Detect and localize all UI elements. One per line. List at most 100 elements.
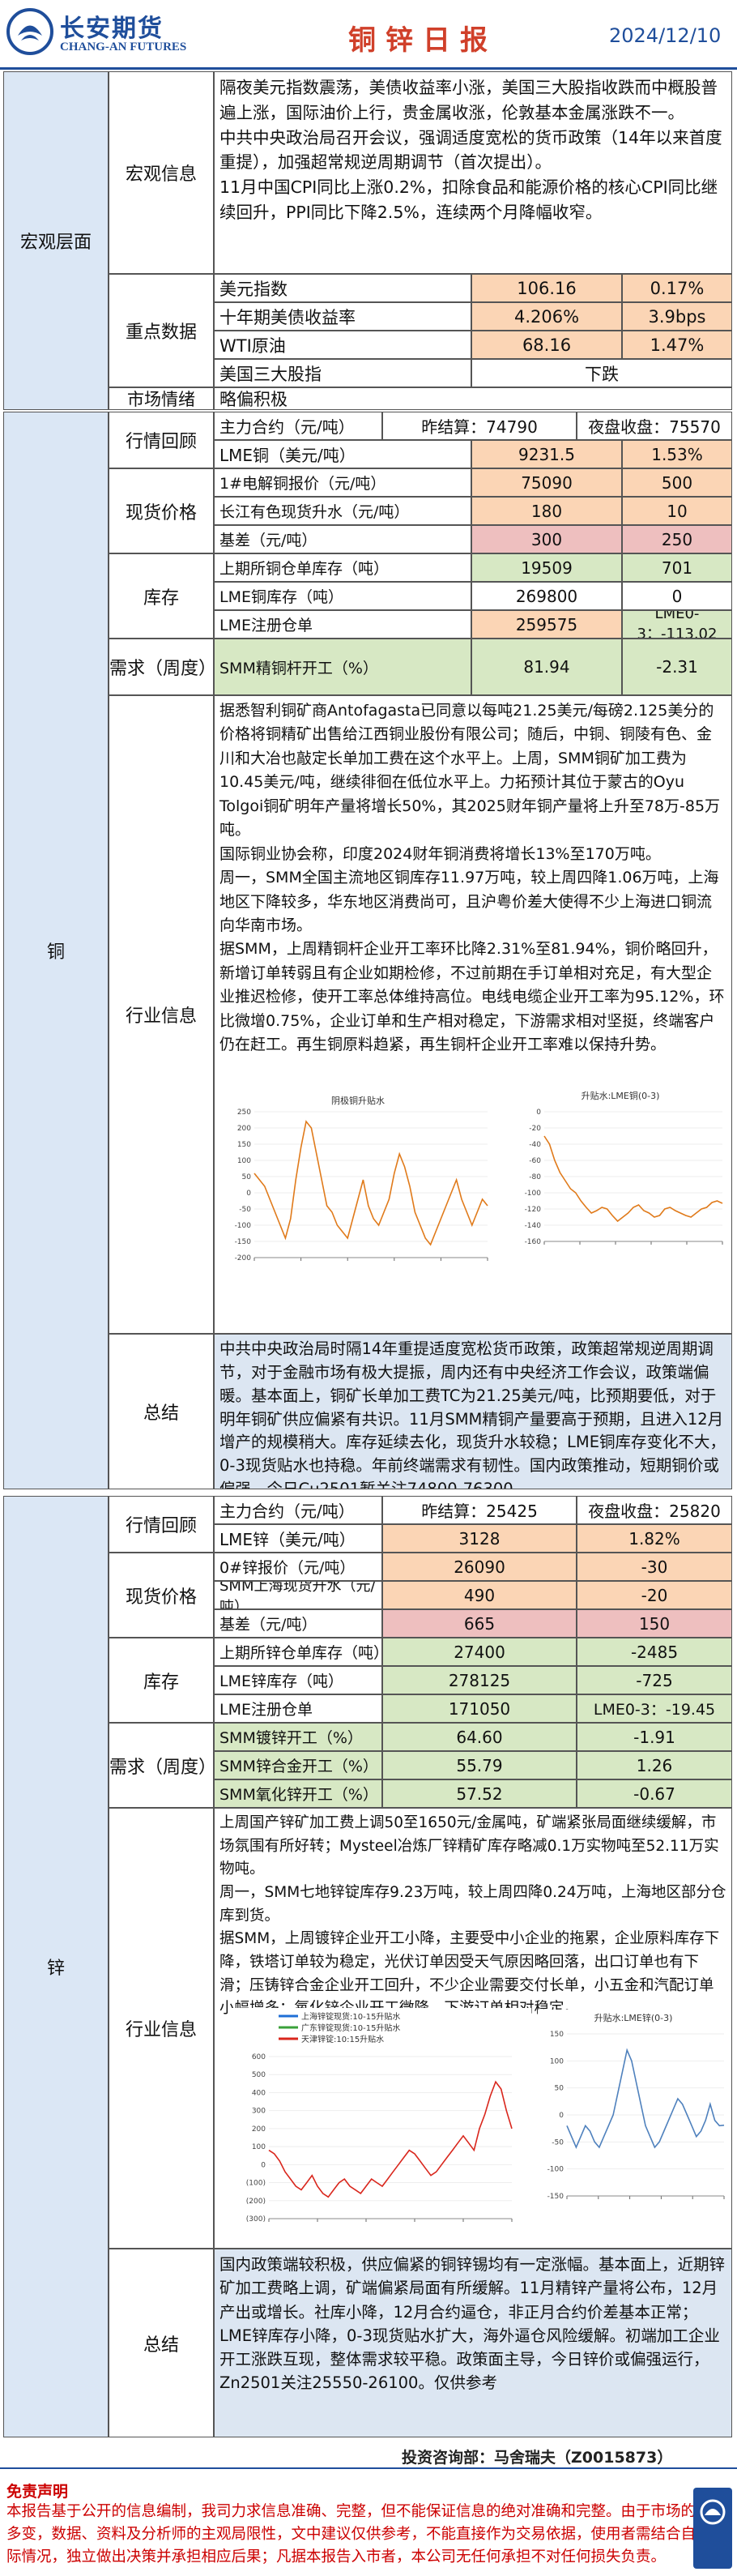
zinc-spot-v2: 150	[577, 1609, 732, 1638]
zinc-spot-v1: 26090	[382, 1553, 577, 1581]
copper-demand-name: SMM精铜杆开工（%）	[214, 639, 471, 695]
zinc-spot-name: 基差（元/吨）	[214, 1609, 382, 1638]
copper-spot-v1: 75090	[471, 468, 622, 497]
y-tick-label: 100	[252, 2143, 266, 2151]
copper-demand-v1: 81.94	[471, 639, 622, 695]
zinc-review-name: 主力合约（元/吨）	[214, 1496, 382, 1524]
copper-review-label: 行情回顾	[109, 412, 214, 468]
zinc-summary-text: 国内政策端较积极，供应偏紧的铜锌锡均有一定涨幅。基本面上，近期锌矿加工费略上调，…	[214, 2249, 732, 2437]
zinc-review-name: LME锌（美元/吨）	[214, 1524, 382, 1553]
y-tick-label: -150	[235, 1238, 252, 1246]
y-tick-label: -160	[525, 1238, 542, 1246]
chart-title: 升贴水:LME锌(0-3)	[594, 2012, 673, 2023]
chang-an-logo-icon	[6, 8, 53, 55]
chart-lme-zinc-spread-svg: 升贴水:LME锌(0-3) 150 100 50 0 -50 -100 -150	[547, 2012, 725, 2201]
zinc-spot-v1: 490	[382, 1581, 577, 1609]
macro-info-para: 隔夜美元指数震荡，美债收益率小涨，美国三大股指收跌而中概股普遍上涨，国际油价上行…	[219, 78, 718, 122]
macro-row-change: 0.17%	[622, 274, 732, 302]
y-tick-label: 50	[242, 1173, 252, 1181]
chart-lme-zinc-spread: 升贴水:LME锌(0-3) 150 100 50 0 -50 -100 -150	[538, 2010, 729, 2243]
legend-label: 上海锌锭现货:10-15升贴水	[301, 2011, 400, 2022]
copper-industry-para: 周一，SMM全国主流地区铜库存11.97万吨，较上周四降1.06万吨，上海地区下…	[219, 869, 719, 934]
y-tick-label: -20	[529, 1125, 541, 1133]
chart-lme-copper-spread-svg: 升贴水:LME铜(0-3) 0 -20 -40 -60 -80 -100 -120 -140 -…	[525, 1090, 723, 1246]
key-data-label: 重点数据	[109, 274, 214, 387]
zinc-inv-v1: 171050	[382, 1694, 577, 1723]
zinc-inv-name: LME锌库存（吨）	[214, 1666, 382, 1694]
zinc-demand-v1: 55.79	[382, 1751, 577, 1779]
copper-inv-v1: 19509	[471, 553, 622, 582]
zinc-spot-name: SMM上海现货升水（元/吨）	[214, 1581, 382, 1609]
copper-spot-v1: 180	[471, 497, 622, 525]
legend-label: 广东锌锭现货:10-15升贴水	[301, 2023, 400, 2033]
zinc-review-v1: 昨结算：25425	[382, 1496, 577, 1524]
copper-spot-name: 长江有色现货升水（元/吨）	[214, 497, 471, 525]
brand-name-en: CHANG-AN FUTURES	[60, 41, 187, 53]
macro-row-value: 106.16	[471, 274, 622, 302]
zinc-industry-para: 周一，SMM七地锌锭库存9.23万吨，较上周四降0.24万吨，上海地区部分仓库到…	[219, 1884, 726, 1925]
zinc-inv-name: LME注册仓单	[214, 1694, 382, 1723]
y-tick-label: 100	[237, 1157, 251, 1165]
section-macro: 宏观层面	[3, 71, 109, 410]
y-tick-label: 400	[252, 2089, 266, 2097]
copper-review-v2: 1.53%	[622, 440, 732, 468]
zinc-demand-v1: 57.52	[382, 1779, 577, 1808]
zinc-review-v2: 夜盘收盘：25820	[577, 1496, 732, 1524]
copper-demand-label: 需求（周度）	[109, 639, 214, 695]
macro-row-change: 下跌	[471, 359, 732, 387]
chart-title: 升贴水:LME铜(0-3)	[582, 1090, 660, 1101]
copper-spot-v2: 10	[622, 497, 732, 525]
y-tick-label: -50	[239, 1206, 251, 1214]
chart-lme-copper-spread: 升贴水:LME铜(0-3) 0 -20 -40 -60 -80 -100 -120 -140 -…	[512, 1087, 729, 1290]
macro-info-label: 宏观信息	[109, 71, 214, 274]
macro-row-value: 4.206%	[471, 302, 622, 331]
copper-review-v1: 昨结算：74790	[382, 412, 577, 440]
chart-copper-premium-svg: 阴极铜升贴水 250 200 150 100 50 0 -50 -100 -150 -200	[235, 1095, 488, 1262]
copper-industry-label: 行业信息	[109, 695, 214, 1334]
y-tick-label: -50	[552, 2138, 564, 2147]
copper-inv-name: LME铜库存（吨）	[214, 582, 471, 610]
y-tick-label: 300	[252, 2108, 266, 2116]
y-tick-label: 250	[237, 1109, 251, 1117]
y-tick-label: 150	[550, 2031, 564, 2039]
y-tick-label: -150	[547, 2193, 564, 2201]
y-tick-label: 100	[550, 2057, 564, 2065]
y-tick-label: -100	[547, 2166, 564, 2174]
copper-spot-v2: 250	[622, 525, 732, 553]
zinc-spot-name: 0#锌报价（元/吨）	[214, 1553, 382, 1581]
zinc-spot-v1: 665	[382, 1609, 577, 1638]
y-tick-label: 50	[555, 2085, 564, 2093]
chart-copper-premium: 阴极铜升贴水 250 200 150 100 50 0 -50 -100 -150 -200	[220, 1092, 496, 1287]
copper-review-name: 主力合约（元/吨）	[214, 412, 382, 440]
macro-row-name: 十年期美债收益率	[214, 302, 471, 331]
copper-inv-v2: 0	[622, 582, 732, 610]
zinc-inv-label: 库存	[109, 1638, 214, 1723]
market-mood-label: 市场情绪	[109, 387, 214, 410]
chart-zinc-premium: 600 500 400 300 200 100 0 (100) (200) (300) 上海锌锭现货…	[230, 2008, 531, 2243]
report-title: 铜锌日报	[348, 24, 497, 57]
zinc-inv-v1: 27400	[382, 1638, 577, 1666]
y-tick-label: 0	[261, 2161, 266, 2169]
copper-spot-name: 基差（元/吨）	[214, 525, 471, 553]
copper-summary-text: 中共中央政治局时隔14年重提适度宽松货币政策，政策超常规逆周期调节，对于金融市场…	[214, 1334, 732, 1489]
copper-inv-v1: 259575	[471, 610, 622, 639]
section-zinc: 锌	[3, 1496, 109, 2437]
y-tick-label: -200	[235, 1254, 252, 1262]
y-tick-label: 0	[246, 1190, 251, 1198]
copper-industry-para: 国际铜业协会称，印度2024财年铜消费将增长13%至170万吨。	[219, 844, 661, 863]
zinc-industry-para: 据SMM，上周镀锌企业开工小降，主要受中小企业的拖累，企业原料库存下降，铁塔订单…	[219, 1930, 720, 2018]
copper-inv-v1: 269800	[471, 582, 622, 610]
zinc-demand-v2: -0.67	[577, 1779, 732, 1808]
zinc-spot-label: 现货价格	[109, 1553, 214, 1638]
copper-spot-label: 现货价格	[109, 468, 214, 553]
lme-zinc-series-line	[566, 2048, 725, 2150]
lme-copper-series-line	[543, 1135, 723, 1223]
chart-zinc-premium-svg: 600 500 400 300 200 100 0 (100) (200) (300) 上海锌锭现货…	[246, 2011, 513, 2224]
zinc-demand-v2: 1.26	[577, 1751, 732, 1779]
copper-industry-para: 据悉智利铜矿商Antofagasta已同意以每吨21.25美元/每磅2.125美…	[219, 702, 721, 839]
y-tick-label: 600	[252, 2053, 266, 2061]
copper-spot-v2: 500	[622, 468, 732, 497]
zinc-premium-series-line	[268, 2080, 513, 2198]
disclaimer-title: 免责声明	[6, 2483, 69, 2501]
zinc-inv-v2: LME0-3：-19.45	[577, 1694, 732, 1723]
